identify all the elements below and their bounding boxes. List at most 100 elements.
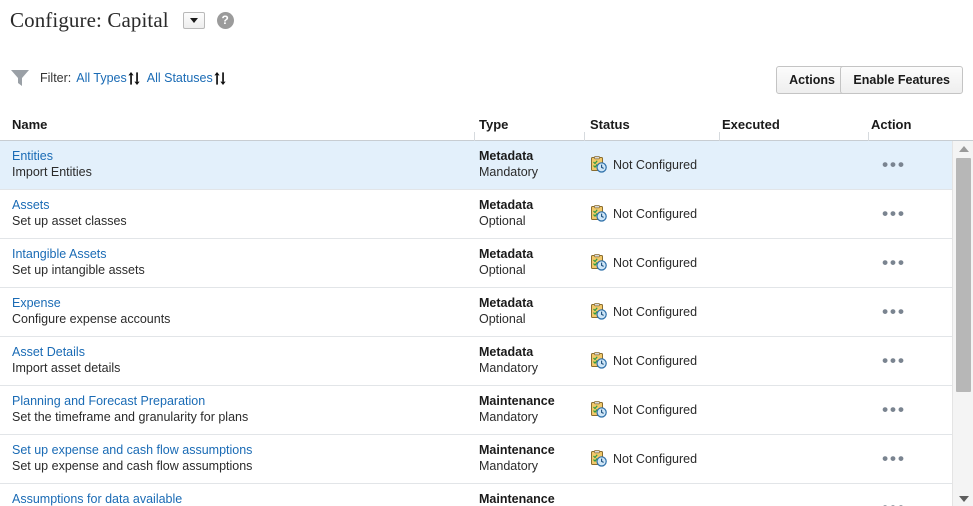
row-description: Import Entities [12,165,92,179]
more-actions-icon: ••• [882,253,906,272]
row-requirement: Mandatory [479,410,539,424]
row-status-text: Not Configured [613,402,698,417]
row-more-actions-button[interactable]: ••• [880,155,908,175]
table-row[interactable]: Entities Import Entities Metadata Mandatory… [0,141,952,190]
column-divider [868,132,869,141]
more-actions-icon: ••• [882,351,906,370]
cell-type: Maintenance Mandatory [479,393,555,426]
cell-name: Assets Set up asset classes [12,197,127,230]
row-name-link[interactable]: Entities [12,148,92,164]
configure-capital-page: Configure: Capital ? Filter: All Types A… [0,0,973,506]
row-requirement: Optional [479,263,526,277]
cell-name: Planning and Forecast Preparation Set the… [12,393,248,426]
row-requirement: Optional [479,214,526,228]
row-requirement: Mandatory [479,361,539,375]
cell-name: Set up expense and cash flow assumptions… [12,442,252,475]
help-icon[interactable]: ? [216,11,234,29]
not-configured-icon [591,303,607,320]
cell-name: Entities Import Entities [12,148,92,181]
cell-status: Not Configured [590,303,697,320]
cell-status: Not Configured [590,156,697,173]
filter-label: Filter: [40,71,72,85]
more-actions-icon: ••• [882,204,906,223]
row-description: Configure expense accounts [12,312,171,326]
row-status-text: Not Configured [613,304,698,319]
funnel-icon[interactable] [10,69,30,87]
filter-all-types-link[interactable]: All Types [76,71,127,85]
row-more-actions-button[interactable]: ••• [880,204,908,224]
sort-updown-icon[interactable] [128,71,140,85]
cell-status: Not Configured [590,450,697,467]
row-more-actions-button[interactable]: ••• [880,253,908,273]
filter-group: Filter: All Types All Statuses [10,66,233,90]
column-divider [719,132,720,141]
table-row[interactable]: Set up expense and cash flow assumptions… [0,435,952,484]
actions-button-label: Actions [789,73,835,87]
scrollbar-thumb[interactable] [956,158,971,392]
column-header-type[interactable]: Type [479,117,508,132]
cell-type: Maintenance Mandatory [479,442,555,475]
row-more-actions-button[interactable]: ••• [880,449,908,469]
row-type: Metadata [479,198,534,212]
table-row[interactable]: Asset Details Import asset details Metadat… [0,337,952,386]
page-title: Configure: Capital [10,7,169,32]
cell-name: Intangible Assets Set up intangible asset… [12,246,145,279]
column-header-name[interactable]: Name [12,117,47,132]
sort-updown-icon[interactable] [214,71,226,85]
row-more-actions-button[interactable]: ••• [880,302,908,322]
more-actions-icon: ••• [882,400,906,419]
table-row[interactable]: Assumptions for data available Maintenanc… [0,484,952,506]
cell-status: Not Configured [590,254,697,271]
row-status-text: Not Configured [613,255,698,270]
table-row[interactable]: Intangible Assets Set up intangible asset… [0,239,952,288]
column-header-status[interactable]: Status [590,117,630,132]
column-divider [584,132,585,141]
row-type: Maintenance [479,443,555,457]
row-name-link[interactable]: Assumptions for data available [12,491,182,506]
page-title-dropdown-button[interactable] [182,11,205,29]
table-body: Entities Import Entities Metadata Mandatory… [0,141,952,506]
table-row[interactable]: Expense Configure expense accounts Metadat… [0,288,952,337]
column-divider [474,132,475,141]
triangle-up-icon [958,145,969,152]
vertical-scrollbar[interactable] [952,141,973,506]
row-type: Maintenance [479,394,555,408]
row-type: Metadata [479,296,534,310]
row-status-text: Not Configured [613,157,698,172]
triangle-down-icon [958,495,969,502]
row-name-link[interactable]: Intangible Assets [12,246,145,262]
table-row[interactable]: Assets Set up asset classes Metadata Option… [0,190,952,239]
not-configured-icon [591,450,607,467]
cell-name: Asset Details Import asset details [12,344,120,377]
row-type: Metadata [479,247,534,261]
row-more-actions-button[interactable]: ••• [880,498,908,506]
column-header-executed[interactable]: Executed [722,117,780,132]
not-configured-icon [591,352,607,369]
row-name-link[interactable]: Asset Details [12,344,120,360]
not-configured-icon [591,254,607,271]
row-more-actions-button[interactable]: ••• [880,400,908,420]
cell-type: Maintenance [479,491,555,506]
enable-features-button[interactable]: Enable Features [840,66,963,94]
row-name-link[interactable]: Set up expense and cash flow assumptions [12,442,252,458]
more-actions-icon: ••• [882,155,906,174]
column-header-action[interactable]: Action [871,117,911,132]
table-row[interactable]: Planning and Forecast Preparation Set the… [0,386,952,435]
cell-type: Metadata Optional [479,246,533,279]
cell-status: Not Configured [590,205,697,222]
scroll-down-arrow-icon[interactable] [953,491,973,506]
more-actions-icon: ••• [882,302,906,321]
row-more-actions-button[interactable]: ••• [880,351,908,371]
row-name-link[interactable]: Assets [12,197,127,213]
cell-name: Expense Configure expense accounts [12,295,170,328]
not-configured-icon [591,156,607,173]
filter-all-statuses-link[interactable]: All Statuses [147,71,213,85]
scroll-up-arrow-icon[interactable] [953,141,973,156]
row-description: Set the timeframe and granularity for pl… [12,410,249,424]
row-requirement: Mandatory [479,459,539,473]
not-configured-icon [591,205,607,222]
row-name-link[interactable]: Expense [12,295,170,311]
page-header: Configure: Capital ? [0,0,973,40]
row-name-link[interactable]: Planning and Forecast Preparation [12,393,248,409]
cell-type: Metadata Optional [479,295,533,328]
